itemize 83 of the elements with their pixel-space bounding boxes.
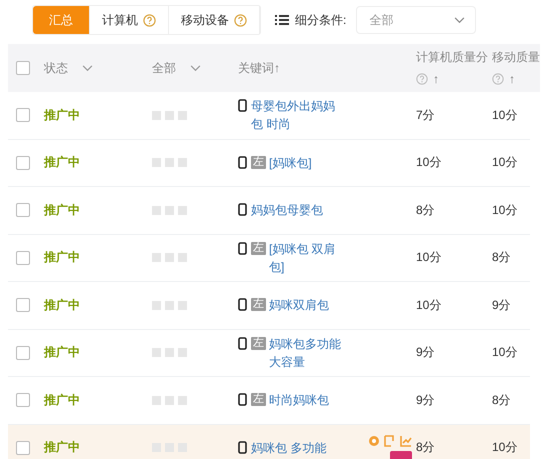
sort-arrow[interactable]: ↑ — [509, 68, 515, 90]
chart-icon[interactable] — [400, 434, 412, 447]
keyword-link[interactable]: 妈咪双肩包 — [269, 296, 343, 314]
table-row[interactable]: 推广中 左 妈咪包多功能大容量 9分 10分 — [8, 330, 530, 377]
score-text: 10分 — [416, 155, 442, 170]
highlighted-row[interactable]: 推广中 妈咪包 多功能 8分 10分 — [8, 424, 530, 459]
row-checkbox[interactable] — [16, 156, 30, 170]
phone-icon — [238, 393, 247, 406]
score-text: 8分 — [492, 250, 511, 264]
score-text: 9分 — [492, 298, 511, 312]
score-text: 9分 — [416, 345, 435, 360]
table-row[interactable]: 推广中 妈妈包母婴包 8分 10分 — [8, 187, 530, 234]
filter-dropdown[interactable]: 全部 — [356, 6, 476, 34]
edit-icon[interactable] — [384, 434, 396, 447]
row-checkbox[interactable] — [16, 393, 30, 408]
score-text: 8分 — [416, 202, 435, 217]
status-text: 推广中 — [44, 250, 80, 264]
phone-icon — [238, 242, 247, 255]
score-text: 10分 — [416, 250, 442, 264]
column-header[interactable]: 移动质量 — [492, 46, 544, 68]
help-icon — [234, 14, 247, 26]
caret-icon — [82, 64, 93, 72]
status-text: 推广中 — [44, 155, 80, 170]
row-checkbox[interactable] — [16, 346, 30, 360]
keyword-link[interactable]: 时尚妈咪包 — [269, 391, 343, 410]
badge: 左 — [251, 242, 266, 255]
row-checkbox[interactable] — [16, 250, 30, 265]
list-icon — [275, 14, 289, 26]
keyword-link[interactable]: 妈咪包多功能大容量 — [269, 334, 343, 371]
column-header[interactable]: 计算机质量分 — [416, 46, 490, 68]
score-text: 8分 — [416, 440, 435, 454]
sort-arrow[interactable]: ↑ — [433, 68, 439, 90]
phone-icon — [238, 99, 247, 112]
keyword-link[interactable]: 母婴包外出妈妈包 时尚 — [251, 97, 337, 134]
keyword-link[interactable]: [妈咪包 双肩包] — [269, 240, 343, 276]
phone-icon — [238, 336, 247, 350]
score-text: 10分 — [492, 345, 518, 360]
status-text: 推广中 — [44, 108, 80, 122]
caret-icon — [190, 64, 201, 72]
score-text: 8分 — [492, 392, 511, 407]
keyword-link[interactable]: [妈咪包] — [269, 154, 343, 172]
row-checkbox[interactable] — [16, 440, 30, 455]
column-header[interactable]: 全部 — [152, 60, 176, 76]
help-icon — [492, 73, 504, 85]
tag — [390, 450, 412, 459]
score-text: 10分 — [492, 155, 518, 170]
score-text: 10分 — [416, 298, 442, 312]
help-icon — [143, 14, 156, 26]
status-text: 推广中 — [44, 392, 80, 407]
score-text: 10分 — [492, 202, 518, 217]
phone-icon — [238, 203, 247, 216]
column-header[interactable]: 关键词↑ — [238, 60, 280, 76]
row-checkbox[interactable] — [16, 108, 30, 122]
phone-icon — [238, 156, 247, 169]
phone-icon — [238, 440, 247, 454]
score-text: 7分 — [416, 108, 435, 122]
keyword-link[interactable]: 妈妈包母婴包 — [251, 201, 337, 220]
score-text: 9分 — [416, 392, 435, 407]
phone-icon — [238, 298, 247, 312]
score-text: 10分 — [492, 440, 518, 454]
badge: 左 — [251, 156, 266, 169]
caret-icon — [454, 16, 466, 24]
table-row[interactable]: 推广中 左 妈咪双肩包 10分 9分 — [8, 282, 530, 330]
filter-label: 细分条件: — [295, 12, 346, 28]
column-header[interactable]: 状态 — [44, 60, 68, 76]
status-text: 推广中 — [44, 202, 80, 217]
status-text: 推广中 — [44, 345, 80, 360]
badge: 左 — [251, 336, 266, 350]
target-icon[interactable] — [368, 434, 380, 447]
badge: 左 — [251, 393, 266, 406]
table-row[interactable]: 推广中 母婴包外出妈妈包 时尚 7分 10分 — [8, 92, 530, 140]
help-icon — [416, 73, 428, 85]
status-text: 推广中 — [44, 298, 80, 312]
table-row[interactable]: 推广中 左 [妈咪包 双肩包] 10分 8分 — [8, 234, 530, 282]
table-row[interactable]: 推广中 左 [妈咪包] 10分 10分 — [8, 140, 530, 187]
row-checkbox[interactable] — [16, 203, 30, 218]
score-text: 10分 — [492, 108, 518, 122]
row-checkbox[interactable] — [16, 298, 30, 312]
select-all-checkbox[interactable] — [16, 61, 30, 75]
status-text: 推广中 — [44, 440, 80, 454]
badge: 左 — [251, 298, 266, 312]
tab[interactable]: 汇总 — [33, 6, 90, 34]
keyword-link[interactable]: 妈咪包 多功能 — [251, 438, 337, 457]
